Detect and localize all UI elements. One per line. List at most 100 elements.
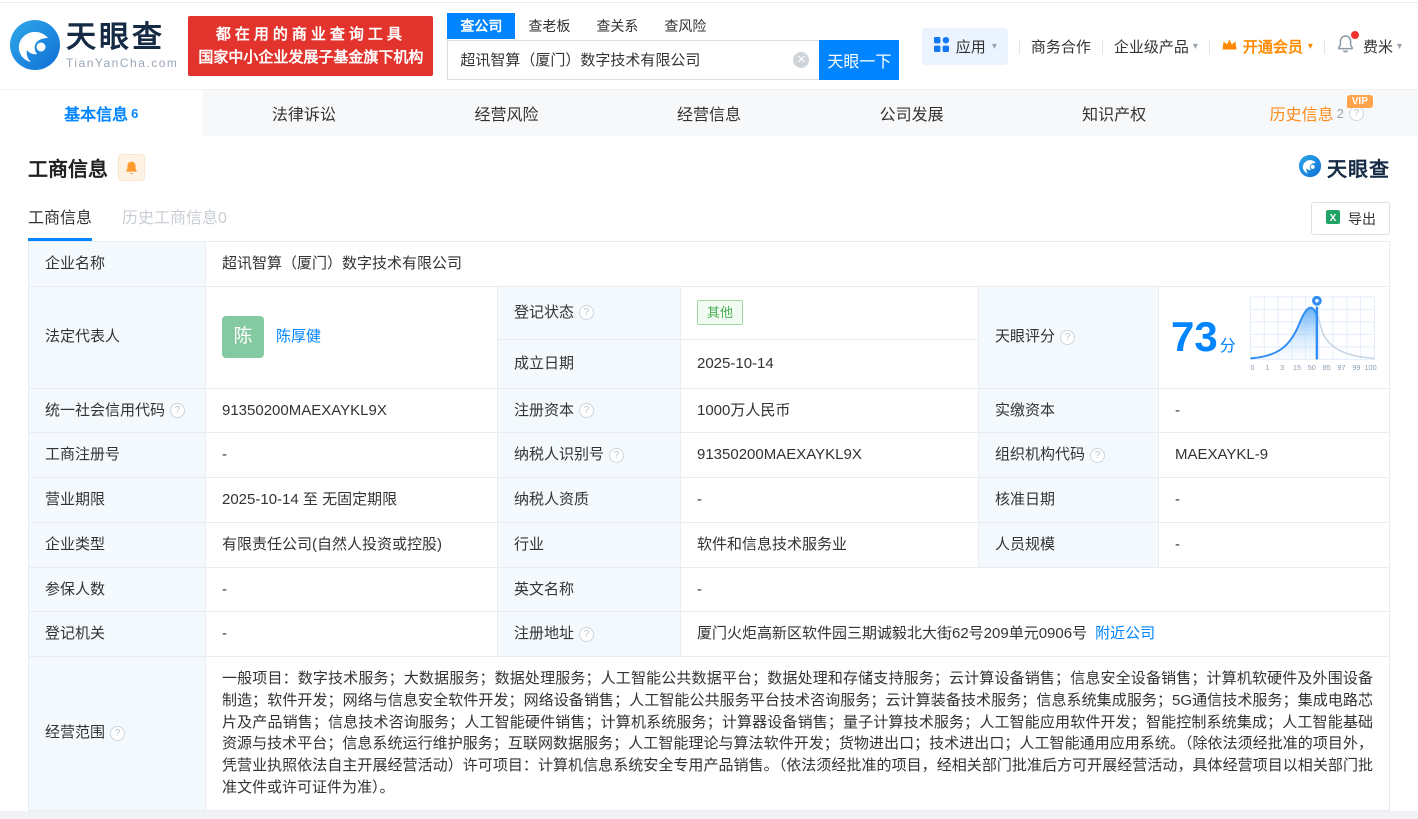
legal-rep-link[interactable]: 陈厚健: [276, 326, 321, 348]
logo-domain: TianYanCha.com: [66, 55, 179, 70]
apps-grid-icon: [933, 36, 950, 57]
field-label-text: 组织机构代码: [995, 446, 1086, 464]
subtab-history-business-info[interactable]: 历史工商信息0: [122, 204, 227, 241]
subtab-business-info[interactable]: 工商信息: [28, 204, 93, 241]
chevron-down-icon: ▾: [1307, 40, 1313, 52]
notifications-bell[interactable]: [1336, 31, 1359, 58]
enterprise-products-menu[interactable]: 企业级产品 ▾: [1114, 36, 1198, 57]
field-label-text: 经营范围: [45, 724, 106, 742]
table-row: 企业名称 超讯智算（厦门）数字技术有限公司: [28, 241, 1390, 287]
reg-status-value: 其他: [680, 285, 979, 340]
field-label-text: 天眼评分: [995, 328, 1056, 346]
field-label: 企业名称: [28, 241, 206, 287]
score-value: 73: [1171, 313, 1218, 361]
business-cooperation-link[interactable]: 商务合作: [1031, 36, 1091, 57]
nearby-companies-link[interactable]: 附近公司: [1095, 625, 1155, 642]
field-label-text: 登记状态: [514, 303, 575, 321]
table-row: 法定代表人 陈 陈厚健 登记状态? 其他 天眼评分? 73 分 0 1 3 15…: [28, 285, 1390, 389]
field-label-text: 注册资本: [514, 401, 575, 419]
reg-authority-value: -: [205, 611, 498, 657]
chart-tick: 97: [1337, 363, 1345, 372]
avatar[interactable]: 陈: [222, 316, 264, 359]
export-label: 导出: [1348, 210, 1376, 227]
help-icon[interactable]: ?: [579, 305, 595, 321]
tianyancha-logo[interactable]: 天眼查 TianYanCha.com: [8, 18, 178, 75]
field-label-text: 企业名称: [45, 255, 106, 272]
watermark-logo: 天眼查: [1298, 153, 1390, 182]
help-icon[interactable]: ?: [1060, 329, 1076, 345]
field-label: 营业期限: [28, 477, 206, 523]
svg-text:X: X: [1330, 213, 1337, 224]
field-label: 工商注册号: [28, 432, 206, 478]
field-label: 注册资本?: [497, 387, 681, 434]
reg-number-value: -: [205, 432, 498, 478]
chart-tick: 15: [1293, 363, 1301, 372]
help-icon[interactable]: ?: [170, 402, 186, 418]
field-label-text: 登记机关: [45, 625, 106, 643]
field-label-text: 纳税人识别号: [514, 446, 605, 464]
insured-count-value: -: [205, 566, 498, 613]
help-icon[interactable]: ?: [110, 725, 126, 741]
logo-name: 天眼查: [66, 20, 165, 54]
field-label-text: 纳税人资质: [514, 491, 590, 508]
notification-dot: [1350, 31, 1359, 39]
approval-date-value: -: [1158, 477, 1390, 523]
search-tabs: 查公司 查老板 查关系 查风险: [447, 12, 899, 39]
business-scope-value: 一般项目：数字技术服务；大数据服务；数据处理服务；人工智能公共数据平台；数据处理…: [205, 656, 1390, 811]
search-tab-relation[interactable]: 查关系: [583, 13, 651, 39]
tab-company-development[interactable]: 公司发展: [810, 90, 1013, 136]
table-row: 营业期限 2025-10-14 至 无固定期限 纳税人资质 - 核准日期 -: [28, 477, 1390, 523]
staff-size-value: -: [1158, 521, 1390, 568]
enterprise-products-label: 企业级产品: [1113, 38, 1189, 56]
section-title: 工商信息: [28, 159, 108, 181]
crown-icon: [1221, 37, 1238, 56]
clear-search-icon[interactable]: ✕: [793, 51, 810, 68]
nav-divider: [1323, 38, 1325, 54]
subscribe-bell-button[interactable]: [118, 154, 145, 181]
tab-intellectual-property-label: 知识产权: [1082, 107, 1147, 124]
search-input[interactable]: [447, 39, 820, 80]
search-tab-risk[interactable]: 查风险: [651, 13, 719, 39]
search-tab-boss[interactable]: 查老板: [515, 13, 583, 39]
help-icon[interactable]: ?: [1090, 447, 1106, 463]
tab-operation-info[interactable]: 经营信息: [608, 90, 811, 136]
legal-rep-cell: 陈 陈厚健: [205, 285, 498, 389]
table-row: 经营范围? 一般项目：数字技术服务；大数据服务；数据处理服务；人工智能公共数据平…: [28, 656, 1390, 811]
chart-tick: 50: [1307, 363, 1315, 372]
tab-operation-info-label: 经营信息: [677, 107, 742, 124]
help-icon[interactable]: ?: [579, 402, 595, 418]
chart-tick: 100: [1364, 363, 1376, 372]
user-menu[interactable]: 费米 ▾: [1363, 36, 1402, 57]
company-section-tabs: 基本信息 6 法律诉讼 经营风险 经营信息 公司发展 知识产权 VIP 历史信息…: [0, 89, 1418, 136]
subtab-row: 工商信息 历史工商信息0 X 导出: [28, 202, 1390, 241]
tab-operation-risk[interactable]: 经营风险: [405, 90, 608, 136]
tab-legal-litigation[interactable]: 法律诉讼: [203, 90, 406, 136]
help-icon[interactable]: ?: [579, 626, 595, 642]
score-unit: 分: [1219, 338, 1236, 356]
status-badge: 其他: [697, 299, 744, 326]
reg-capital-value: 1000万人民币: [680, 387, 979, 434]
search-tab-company[interactable]: 查公司: [447, 12, 516, 39]
field-label: 纳税人识别号?: [497, 432, 681, 478]
business-info-table: 企业名称 超讯智算（厦门）数字技术有限公司 法定代表人 陈 陈厚健 登记状态? …: [28, 241, 1390, 811]
english-name-value: -: [680, 566, 1390, 613]
field-label: 企业类型: [28, 521, 206, 568]
chevron-down-icon: ▾: [1192, 40, 1198, 52]
search-button[interactable]: 天眼一下: [819, 39, 900, 80]
tab-history-info[interactable]: VIP 历史信息 2 ?: [1215, 90, 1418, 136]
paid-capital-value: -: [1158, 387, 1390, 434]
tab-basic-info-label: 基本信息: [64, 107, 129, 124]
tab-basic-info[interactable]: 基本信息 6: [0, 90, 203, 136]
vip-badge: VIP: [1346, 95, 1373, 108]
tab-intellectual-property[interactable]: 知识产权: [1013, 90, 1216, 136]
export-button[interactable]: X 导出: [1311, 202, 1390, 235]
open-vip-menu[interactable]: 开通会员 ▾: [1221, 36, 1313, 57]
chart-tick: 3: [1280, 363, 1284, 372]
slogan-banner: 都在用的商业查询工具 国家中小企业发展子基金旗下机构: [188, 15, 434, 77]
tianyancha-logo-icon: [1298, 154, 1322, 181]
tab-legal-litigation-label: 法律诉讼: [271, 107, 336, 124]
apps-menu[interactable]: 应用 ▾: [921, 27, 1008, 65]
help-icon[interactable]: ?: [609, 447, 625, 463]
field-label-text: 实缴资本: [995, 401, 1056, 419]
field-label: 统一社会信用代码?: [28, 387, 206, 434]
